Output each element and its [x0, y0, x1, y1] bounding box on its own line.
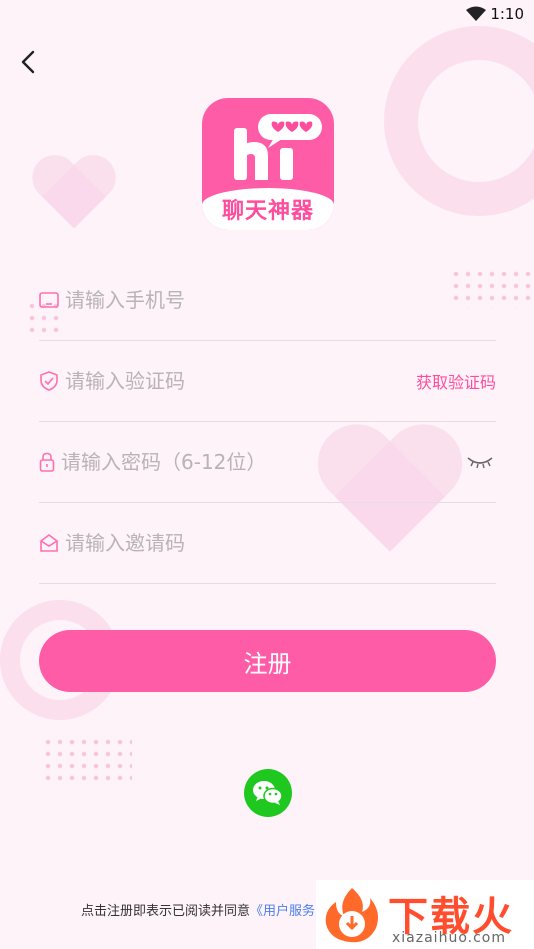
get-code-button[interactable]: 获取验证码 — [416, 369, 496, 393]
password-input[interactable] — [61, 450, 466, 474]
phone-icon — [39, 290, 59, 310]
user-agreement-link[interactable]: 《用户服务 — [250, 904, 315, 919]
wifi-icon — [466, 6, 486, 26]
agreement-prefix: 点击注册即表示已阅读并同意 — [81, 904, 251, 919]
phone-input[interactable] — [65, 288, 496, 312]
watermark-subtitle: xiazaihuo.com — [392, 930, 506, 946]
envelope-icon — [39, 533, 59, 553]
code-input[interactable] — [65, 369, 416, 393]
app-logo: 聊天神器 — [202, 98, 334, 230]
code-field-row: 获取验证码 — [39, 341, 496, 422]
status-time: 1:10 — [490, 5, 524, 23]
eye-closed-icon[interactable] — [466, 452, 496, 472]
shield-icon — [39, 371, 59, 391]
invite-input[interactable] — [65, 531, 496, 555]
invite-field-row — [39, 503, 496, 584]
wechat-login-button[interactable] — [244, 769, 292, 817]
register-button[interactable]: 注册 — [39, 630, 496, 692]
watermark: 下载火 xiazaihuo.com — [316, 880, 534, 949]
flame-logo-icon — [325, 888, 378, 943]
logo-text: 聊天神器 — [221, 199, 314, 224]
register-form: 获取验证码 — [39, 260, 496, 584]
agreement-text: 点击注册即表示已阅读并同意《用户服务 — [81, 900, 315, 919]
status-bar: 1:10 — [0, 0, 534, 30]
back-icon[interactable] — [14, 48, 42, 76]
lock-icon — [39, 452, 55, 472]
password-field-row — [39, 422, 496, 503]
wechat-icon — [253, 781, 283, 805]
phone-field-row — [39, 260, 496, 341]
